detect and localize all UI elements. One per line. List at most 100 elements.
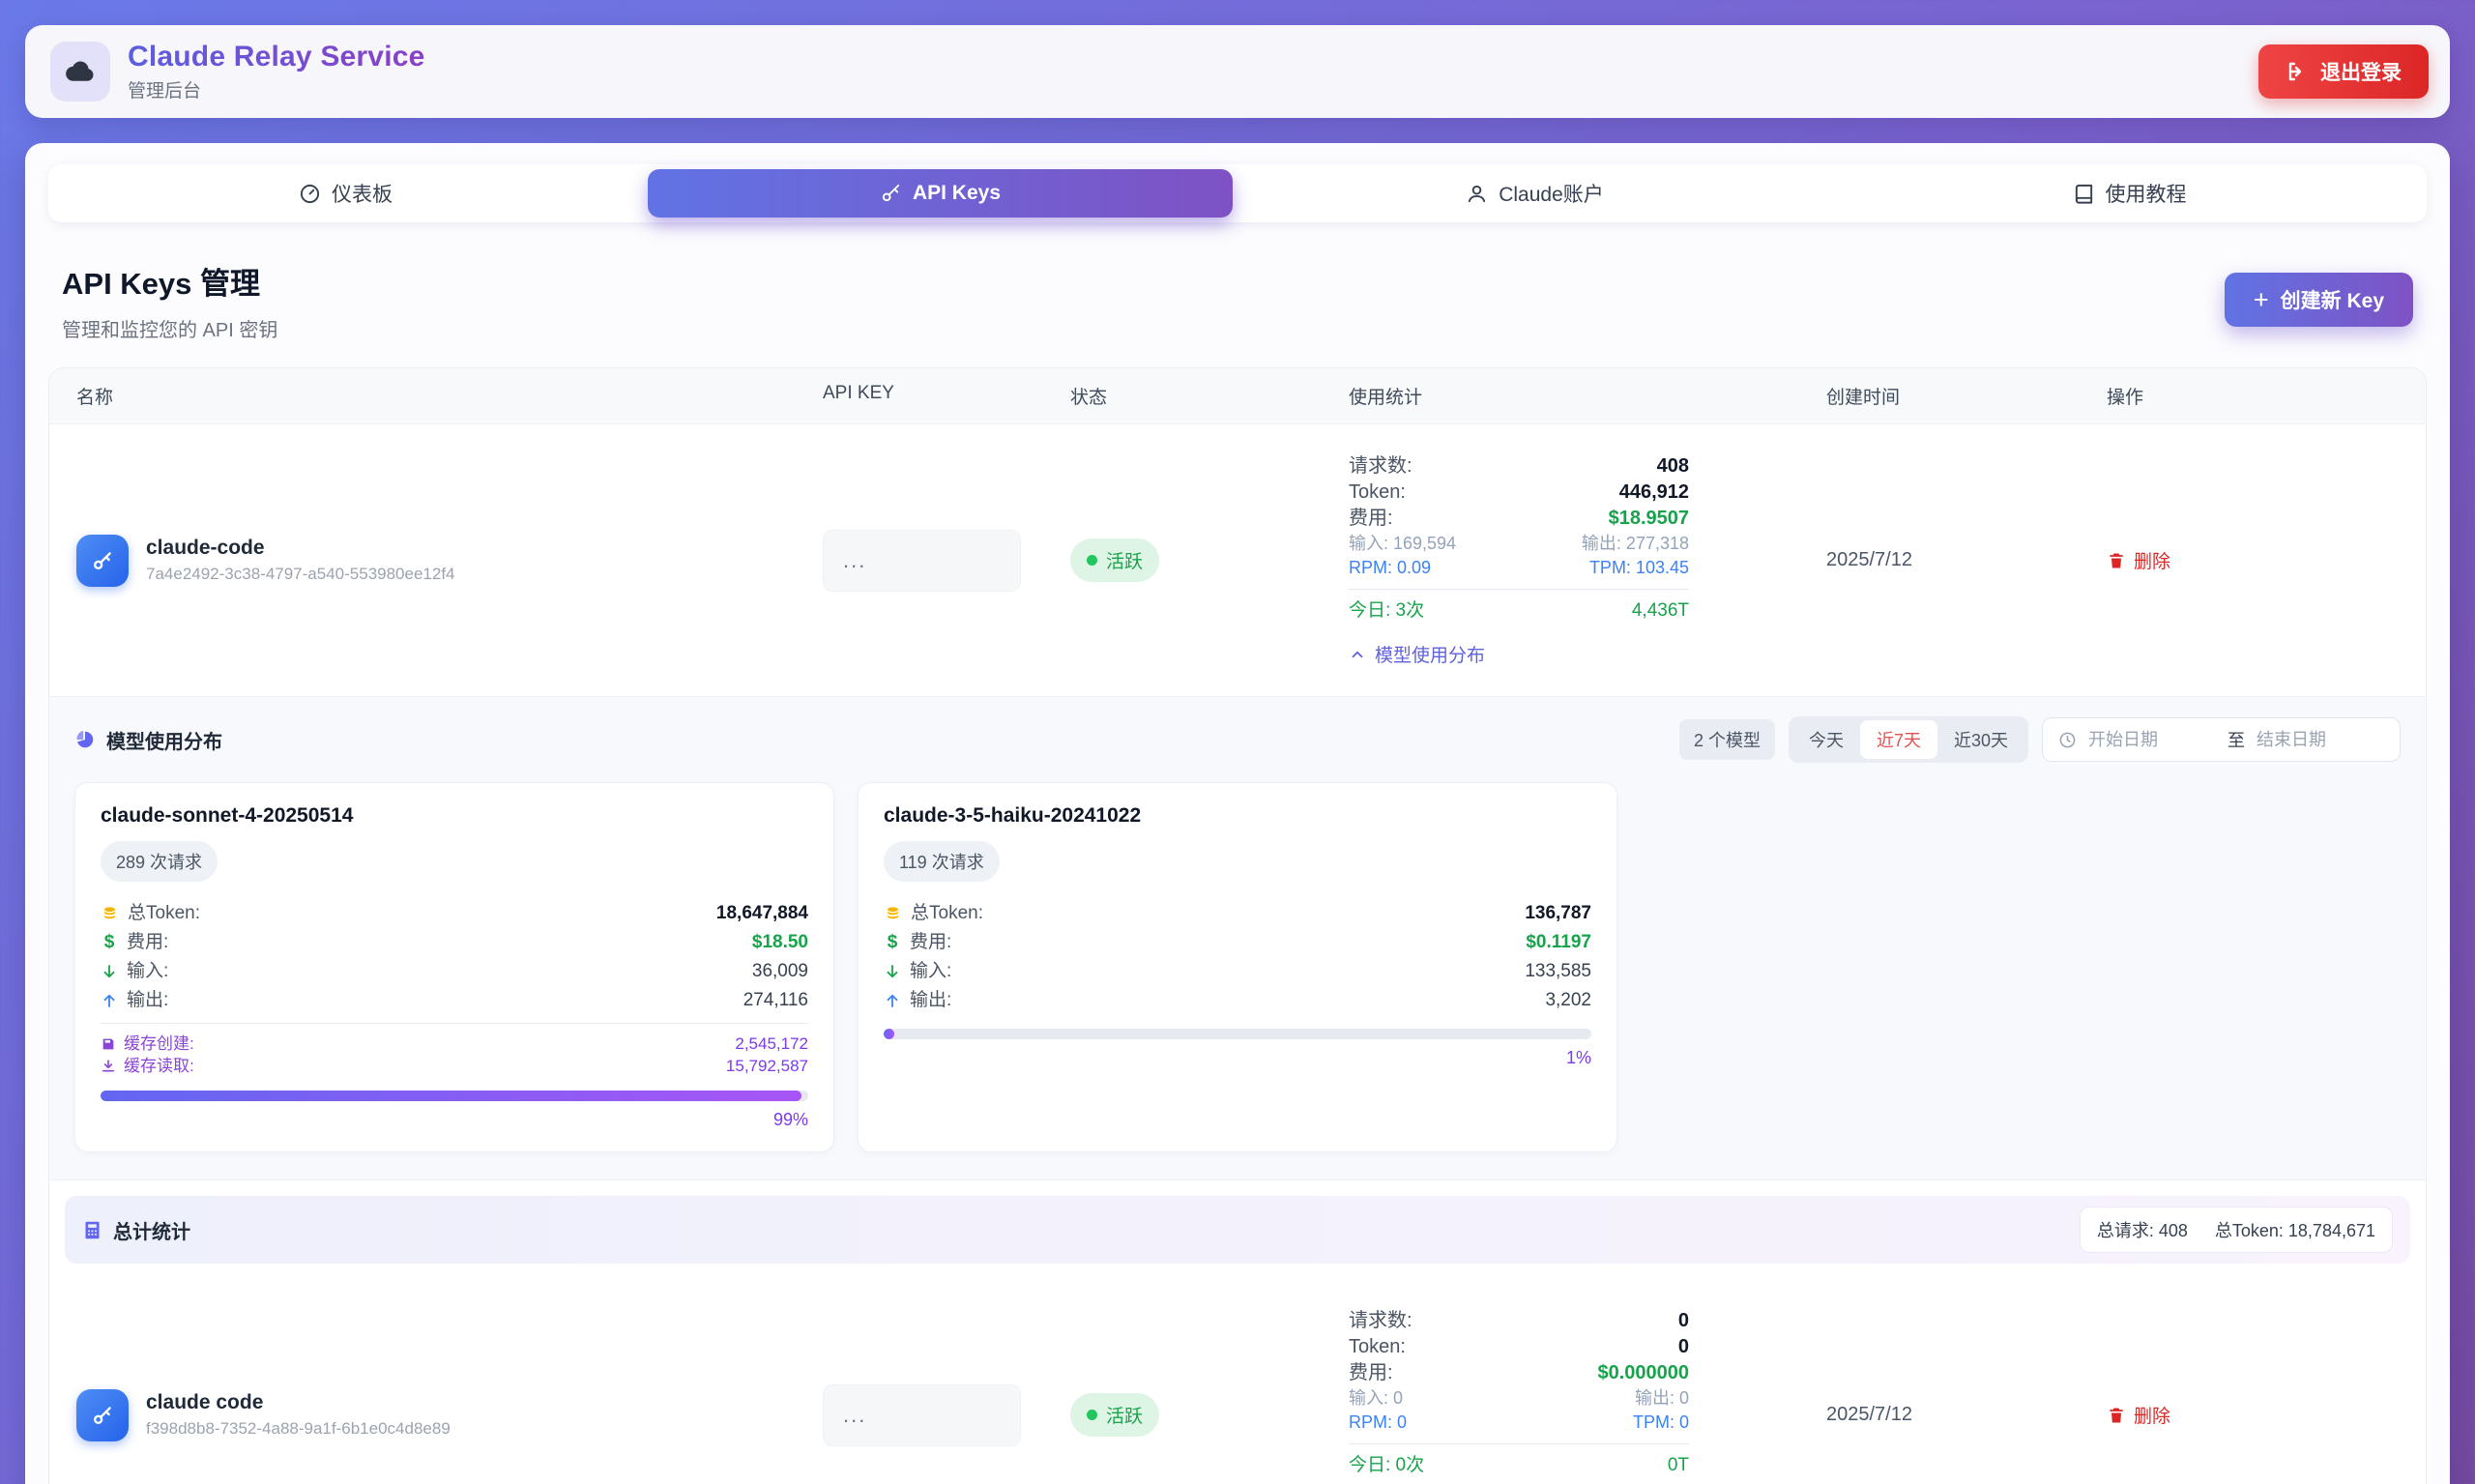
pie-chart-icon — [74, 729, 96, 750]
usage-progress-bar — [884, 1029, 1591, 1039]
key-icon — [90, 1403, 115, 1428]
app-subtitle: 管理后台 — [128, 76, 425, 102]
table-row: claude-code 7a4e2492-3c38-4797-a540-5539… — [49, 424, 2426, 696]
status-badge: 活跃 — [1070, 1393, 1159, 1437]
table-row: claude code f398d8b8-7352-4a88-9a1f-6b1e… — [49, 1279, 2426, 1484]
brand: Claude Relay Service 管理后台 — [50, 41, 425, 102]
app-header: Claude Relay Service 管理后台 退出登录 — [25, 25, 2450, 118]
start-date-input[interactable] — [2088, 730, 2216, 750]
input-value: 输入: 0 — [1349, 1386, 1403, 1411]
token-value: 0 — [1678, 1334, 1689, 1360]
tab-label: 使用教程 — [2106, 179, 2187, 208]
tab-label: Claude账户 — [1499, 179, 1604, 208]
today-tokens: 4,436T — [1632, 598, 1689, 624]
dollar-icon: $ — [884, 928, 901, 957]
arrow-down-icon — [101, 963, 118, 980]
cost-value: $0.1197 — [1526, 928, 1591, 957]
today-tokens: 0T — [1668, 1453, 1689, 1478]
key-id: 7a4e2492-3c38-4797-a540-553980ee12f4 — [146, 565, 455, 584]
total-requests: 总请求: 408 — [2097, 1217, 2188, 1242]
col-header-api-key: API KEY — [823, 383, 1070, 409]
created-date: 2025/7/12 — [1826, 549, 2107, 571]
calculator-icon — [82, 1220, 102, 1240]
tab-label: API Keys — [913, 182, 1001, 205]
create-key-label: 创建新 Key — [2281, 285, 2384, 314]
arrow-up-icon — [884, 992, 901, 1009]
total-tokens: 总Token: 18,784,671 — [2215, 1217, 2375, 1242]
requests-value: 0 — [1678, 1308, 1689, 1334]
delete-button[interactable]: 删除 — [2107, 547, 2170, 573]
range-segmented-control: 今天 近7天 近30天 — [1789, 716, 2028, 763]
tab-dashboard[interactable]: 仪表板 — [53, 169, 638, 218]
output-value: 输出: 277,318 — [1582, 532, 1689, 556]
book-icon — [2073, 183, 2095, 205]
input-value: 输入: 169,594 — [1349, 532, 1456, 556]
key-name: claude code — [146, 1391, 451, 1414]
model-name: claude-sonnet-4-20250514 — [101, 804, 808, 828]
chevron-up-icon — [1349, 646, 1366, 663]
app-logo — [50, 42, 110, 102]
delete-button[interactable]: 删除 — [2107, 1402, 2170, 1428]
date-separator: 至 — [2228, 727, 2245, 752]
today-requests: 今日: 3次 — [1349, 598, 1424, 624]
table-header-row: 名称 API KEY 状态 使用统计 创建时间 操作 — [49, 368, 2426, 424]
date-range-picker[interactable]: 至 — [2042, 717, 2401, 762]
today-requests: 今日: 0次 — [1349, 1453, 1424, 1478]
col-header-usage: 使用统计 — [1349, 383, 1826, 409]
tab-bar: 仪表板 API Keys Claude账户 使用教程 — [48, 164, 2427, 222]
cost-value: $18.9507 — [1609, 506, 1689, 532]
create-key-button[interactable]: + 创建新 Key — [2225, 273, 2413, 327]
col-header-actions: 操作 — [2107, 383, 2426, 409]
range-today[interactable]: 今天 — [1792, 720, 1860, 759]
logout-button[interactable]: 退出登录 — [2258, 44, 2429, 99]
logout-icon — [2286, 60, 2309, 83]
tab-label: 仪表板 — [332, 179, 393, 208]
tab-claude-account[interactable]: Claude账户 — [1242, 169, 1827, 218]
key-avatar — [76, 535, 129, 587]
input-value: 36,009 — [752, 957, 808, 986]
model-card: claude-3-5-haiku-20241022 119 次请求 总Token… — [858, 782, 1617, 1152]
page-subtitle: 管理和监控您的 API 密钥 — [62, 314, 277, 342]
api-key-masked[interactable]: ... — [823, 1384, 1021, 1446]
totals-label: 总计统计 — [113, 1216, 190, 1244]
totals-summary: 总请求: 408 总Token: 18,784,671 — [2080, 1207, 2393, 1253]
tab-tutorial[interactable]: 使用教程 — [1837, 169, 2422, 218]
tab-api-keys[interactable]: API Keys — [648, 169, 1233, 218]
model-usage-toggle[interactable]: 模型使用分布 — [1349, 641, 1485, 667]
usage-stats: 请求数:408 Token:446,912 费用:$18.9507 输入: 16… — [1349, 453, 1689, 667]
col-header-name: 名称 — [49, 383, 823, 409]
usage-percent: 99% — [101, 1110, 808, 1130]
usage-progress-fill — [884, 1029, 894, 1039]
coins-icon — [101, 905, 119, 923]
key-icon — [90, 548, 115, 573]
col-header-status: 状态 — [1070, 383, 1349, 409]
totals-bar: 总计统计 总请求: 408 总Token: 18,784,671 — [65, 1196, 2410, 1264]
output-value: 274,116 — [743, 986, 808, 1015]
total-token-value: 18,647,884 — [716, 899, 808, 928]
download-icon — [101, 1059, 116, 1074]
dollar-icon: $ — [101, 928, 118, 957]
panel-title: 模型使用分布 — [106, 726, 222, 754]
app-title: Claude Relay Service — [128, 41, 425, 73]
rpm-value: RPM: 0.09 — [1349, 556, 1431, 580]
status-dot — [1087, 1410, 1097, 1420]
api-key-masked[interactable]: ... — [823, 530, 1021, 592]
model-usage-panel: 模型使用分布 2 个模型 今天 近7天 近30天 至 — [49, 696, 2426, 1180]
usage-progress-bar — [101, 1091, 808, 1101]
tpm-value: TPM: 103.45 — [1589, 556, 1689, 580]
model-card: claude-sonnet-4-20250514 289 次请求 总Token:… — [74, 782, 834, 1152]
model-name: claude-3-5-haiku-20241022 — [884, 804, 1591, 828]
cache-create-value: 2,545,172 — [735, 1033, 808, 1055]
page: Claude Relay Service 管理后台 退出登录 仪表板 API K… — [0, 25, 2475, 1484]
range-30d[interactable]: 近30天 — [1937, 720, 2024, 759]
trash-icon — [2107, 551, 2126, 570]
user-icon — [1466, 183, 1488, 205]
end-date-input[interactable] — [2257, 730, 2384, 750]
cost-value: $0.000000 — [1597, 1360, 1689, 1386]
created-date: 2025/7/12 — [1826, 1404, 2107, 1426]
gauge-icon — [299, 183, 321, 205]
range-7d[interactable]: 近7天 — [1860, 720, 1937, 759]
key-avatar — [76, 1389, 129, 1441]
trash-icon — [2107, 1406, 2126, 1425]
logout-label: 退出登录 — [2320, 57, 2402, 86]
